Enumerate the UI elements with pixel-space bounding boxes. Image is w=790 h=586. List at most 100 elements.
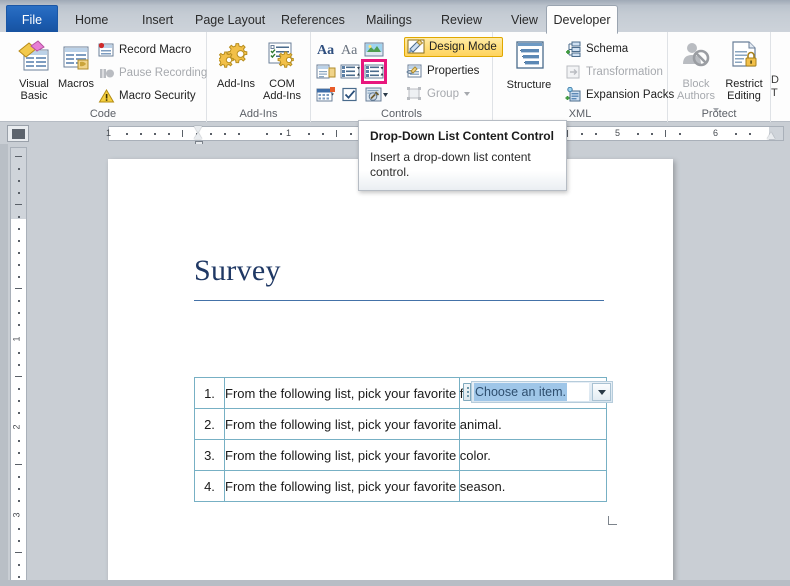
tooltip-body: Insert a drop-down list content control. bbox=[370, 150, 531, 179]
title-bar-strip bbox=[0, 0, 790, 5]
tab-developer[interactable]: Developer bbox=[546, 5, 618, 34]
document-heading-survey: Survey bbox=[194, 254, 281, 287]
row-answer-cell[interactable] bbox=[459, 439, 607, 471]
hruler-number-6: 6 bbox=[713, 128, 719, 138]
tab-home[interactable]: Home bbox=[66, 7, 117, 33]
macro-security-warning-icon bbox=[98, 88, 115, 104]
survey-table[interactable]: 1. From the following list, pick your fa… bbox=[194, 377, 614, 502]
building-block-gallery-content-control-icon[interactable] bbox=[315, 61, 337, 82]
row-answer-cell[interactable] bbox=[459, 470, 607, 502]
tab-view[interactable]: View bbox=[502, 7, 547, 33]
properties-button[interactable]: Properties bbox=[406, 63, 479, 79]
visual-basic-label-line2: Basic bbox=[20, 90, 48, 102]
svg-text:Aa: Aa bbox=[341, 43, 358, 57]
ribbon-group-addins: Add-Ins COM Add-Ins Add-Ins bbox=[207, 32, 311, 122]
expansion-packs-label: Expansion Packs bbox=[586, 89, 675, 101]
transformation-button: Transformation bbox=[565, 64, 663, 80]
table-row[interactable]: 3. From the following list, pick your fa… bbox=[194, 439, 607, 471]
check-box-content-control-icon[interactable] bbox=[339, 84, 361, 105]
block-authors-label-line1: Block bbox=[682, 77, 710, 90]
table-row[interactable]: 4. From the following list, pick your fa… bbox=[194, 470, 607, 502]
row-question: From the following list, pick your favor… bbox=[224, 439, 491, 471]
pause-recording-icon bbox=[98, 65, 115, 81]
legacy-tools-button[interactable] bbox=[363, 84, 393, 105]
table-row[interactable]: 2. From the following list, pick your fa… bbox=[194, 408, 607, 440]
right-indent-marker-icon[interactable] bbox=[767, 132, 775, 139]
com-add-ins-icon bbox=[256, 40, 308, 76]
hruler-number-left-1: 1 bbox=[106, 128, 112, 138]
tab-review[interactable]: Review bbox=[432, 7, 491, 33]
macros-button[interactable]: Macros bbox=[50, 40, 102, 90]
add-ins-label: Add-Ins bbox=[217, 77, 255, 90]
restrict-editing-icon bbox=[718, 40, 770, 76]
macro-security-label: Macro Security bbox=[119, 90, 196, 102]
chevron-down-icon bbox=[597, 389, 606, 395]
content-control-body[interactable]: Choose an item. bbox=[471, 381, 614, 403]
vruler-number-2: 2 bbox=[11, 424, 22, 430]
picture-content-control-icon[interactable] bbox=[363, 38, 385, 59]
dropdown-content-control[interactable]: Choose an item. bbox=[463, 381, 614, 403]
expansion-packs-button[interactable]: Expansion Packs bbox=[565, 86, 675, 103]
row-answer-cell[interactable] bbox=[459, 408, 607, 440]
pause-recording-label: Pause Recording bbox=[119, 67, 208, 79]
table-resize-handle[interactable] bbox=[608, 516, 617, 525]
tab-mailings[interactable]: Mailings bbox=[357, 7, 421, 33]
left-gutter bbox=[0, 144, 8, 586]
table-row[interactable]: 1. From the following list, pick your fa… bbox=[194, 377, 614, 409]
content-control-placeholder: Choose an item. bbox=[474, 383, 568, 401]
properties-icon bbox=[406, 63, 423, 79]
document-page[interactable]: Survey 1. From the following list, pick … bbox=[108, 159, 673, 586]
right-indent-marker[interactable] bbox=[767, 126, 776, 143]
row-number: 4. bbox=[194, 470, 225, 502]
vertical-ruler[interactable]: 1 2 3 bbox=[10, 147, 27, 586]
block-authors-button: Block Authors bbox=[670, 40, 722, 103]
expansion-packs-icon bbox=[565, 86, 582, 103]
tab-selector-button[interactable] bbox=[7, 125, 29, 142]
group-label: Group bbox=[427, 88, 459, 100]
restrict-editing-label-line2: Editing bbox=[727, 90, 761, 102]
hanging-indent-marker-icon[interactable] bbox=[194, 132, 202, 139]
schema-icon bbox=[565, 41, 582, 57]
handle-grip-icon bbox=[466, 387, 469, 399]
dropdown-arrow-button[interactable] bbox=[592, 383, 612, 401]
tab-references[interactable]: References bbox=[272, 7, 354, 33]
record-macro-icon bbox=[98, 42, 115, 58]
record-macro-label: Record Macro bbox=[119, 44, 192, 56]
group-label-protect: Protect bbox=[701, 108, 737, 120]
com-add-ins-label-line1: COM bbox=[269, 77, 295, 90]
add-ins-button[interactable]: Add-Ins bbox=[210, 40, 262, 90]
tooltip-title: Drop-Down List Content Control bbox=[370, 129, 554, 143]
drop-down-list-content-control-icon[interactable] bbox=[361, 59, 387, 84]
record-macro-button[interactable]: Record Macro bbox=[98, 42, 191, 58]
indent-markers[interactable] bbox=[194, 126, 203, 146]
group-label-xml: XML bbox=[568, 108, 592, 120]
hruler-number-5: 5 bbox=[615, 128, 621, 138]
plain-text-content-control-icon[interactable]: Aa bbox=[339, 38, 361, 59]
structure-icon bbox=[498, 40, 560, 77]
design-mode-label: Design Mode bbox=[429, 41, 497, 53]
com-add-ins-button[interactable]: COM Add-Ins bbox=[256, 40, 308, 103]
row-answer-cell[interactable]: Choose an item. bbox=[459, 377, 614, 409]
tab-insert[interactable]: Insert bbox=[133, 7, 182, 33]
macro-security-button[interactable]: Macro Security bbox=[98, 88, 196, 104]
row-question: From the following list, pick your favor… bbox=[224, 470, 505, 502]
tab-page-layout[interactable]: Page Layout bbox=[186, 7, 274, 33]
add-ins-gears-icon bbox=[210, 40, 262, 76]
rich-text-content-control-icon[interactable]: Aa bbox=[315, 38, 337, 59]
ribbon-group-code: Visual Basic Macros Record Macro Pause R… bbox=[0, 32, 207, 122]
design-mode-icon bbox=[407, 39, 425, 55]
row-number: 3. bbox=[194, 439, 225, 471]
restrict-editing-button[interactable]: Restrict Editing bbox=[718, 40, 770, 103]
ribbon-group-controls: Aa Aa Design Mode Properties Group Contr… bbox=[311, 32, 503, 122]
date-picker-content-control-icon[interactable] bbox=[315, 84, 337, 105]
schema-button[interactable]: Schema bbox=[565, 41, 628, 57]
word-window: File Home Insert Page Layout References … bbox=[0, 0, 790, 586]
structure-button[interactable]: Structure bbox=[498, 40, 560, 91]
tab-file[interactable]: File bbox=[6, 5, 58, 33]
design-mode-button[interactable]: Design Mode bbox=[404, 37, 503, 57]
content-control-handle[interactable] bbox=[463, 383, 471, 401]
combo-box-content-control-icon[interactable] bbox=[339, 61, 361, 82]
row-number: 1. bbox=[194, 377, 225, 409]
tooltip-drop-down-list-content-control: Drop-Down List Content Control Insert a … bbox=[358, 120, 567, 191]
heading-underline bbox=[194, 300, 604, 301]
